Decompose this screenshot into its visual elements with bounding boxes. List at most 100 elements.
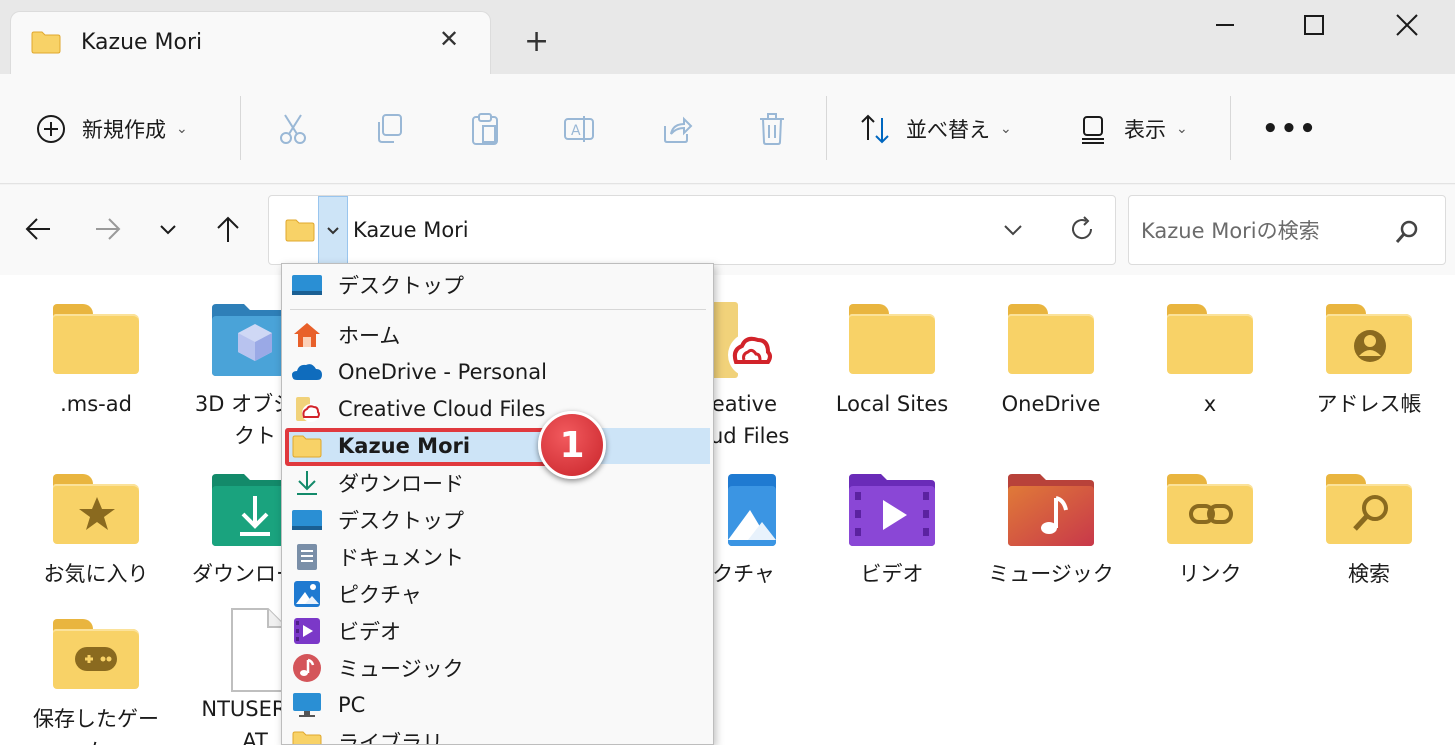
- forward-arrow-icon[interactable]: [92, 213, 124, 245]
- breadcrumb-current[interactable]: Kazue Mori: [353, 218, 469, 242]
- close-tab-icon[interactable]: ✕: [436, 26, 462, 52]
- menu-item-pc[interactable]: PC: [286, 687, 710, 723]
- share-button[interactable]: [660, 104, 694, 154]
- item-name: x: [1203, 392, 1217, 416]
- tab-title: Kazue Mori: [81, 30, 203, 55]
- menu-item-label: ダウンロード: [338, 472, 464, 496]
- chevron-down-icon: ⌄: [1176, 121, 1188, 137]
- view-icon: [1076, 112, 1110, 146]
- up-arrow-icon[interactable]: [212, 213, 244, 245]
- list-item[interactable]: ミュージック: [976, 470, 1126, 590]
- pc-icon: [290, 691, 324, 719]
- back-arrow-icon[interactable]: [22, 213, 54, 245]
- searches-folder-icon: [1324, 470, 1414, 550]
- menu-item-label: ライブラリ: [338, 731, 443, 745]
- onedrive-icon: [290, 358, 324, 386]
- address-bar[interactable]: Kazue Mori: [268, 195, 1116, 265]
- new-tab-button[interactable]: +: [524, 26, 549, 58]
- menu-item-creative-cloud[interactable]: Creative Cloud Files: [286, 391, 710, 427]
- menu-item-label: ビデオ: [338, 620, 401, 644]
- documents-icon: [290, 543, 324, 571]
- command-bar: 新規作成 ⌄ A 並べ替え ⌄ 表示 ⌄ •••: [0, 74, 1455, 184]
- view-label: 表示: [1124, 118, 1166, 142]
- refresh-icon[interactable]: [1067, 214, 1097, 248]
- sort-button[interactable]: 並べ替え ⌄: [858, 104, 1012, 154]
- saved-games-folder-icon: [51, 615, 141, 695]
- list-item[interactable]: お気に入り: [21, 470, 171, 590]
- recent-locations-chevron-icon[interactable]: [152, 213, 184, 245]
- menu-item-label: ピクチャ: [338, 583, 422, 607]
- more-options-button[interactable]: •••: [1262, 114, 1318, 144]
- svg-text:A: A: [571, 123, 581, 139]
- title-bar: Kazue Mori ✕ +: [0, 0, 1455, 74]
- copy-icon: [372, 112, 406, 146]
- library-icon: [290, 728, 324, 744]
- links-folder-icon: [1165, 470, 1255, 550]
- menu-item-desktop-2[interactable]: デスクトップ: [286, 502, 710, 538]
- item-name: .ms-ad: [60, 392, 132, 416]
- item-name: ミュージック: [988, 562, 1114, 586]
- rename-icon: A: [562, 112, 596, 146]
- menu-item-label: デスクトップ: [338, 274, 464, 298]
- download-icon: [290, 469, 324, 497]
- list-item[interactable]: ビデオ: [817, 470, 967, 590]
- paste-button[interactable]: [468, 104, 502, 154]
- trash-icon: [755, 112, 789, 146]
- breadcrumb-chevron-button[interactable]: [318, 196, 348, 264]
- list-item[interactable]: .ms-ad: [21, 300, 171, 420]
- view-button[interactable]: 表示 ⌄: [1076, 104, 1188, 154]
- maximize-icon[interactable]: [1297, 8, 1331, 42]
- item-name: リンク: [1178, 562, 1242, 586]
- minimize-icon[interactable]: [1208, 8, 1242, 42]
- pictures-icon: [290, 580, 324, 608]
- item-name: アドレス帳: [1316, 392, 1422, 416]
- list-item[interactable]: 検索: [1294, 470, 1444, 590]
- step-number-badge: 1: [538, 411, 606, 479]
- menu-item-music[interactable]: ミュージック: [286, 650, 710, 686]
- list-item[interactable]: 保存したゲーム: [21, 615, 171, 745]
- list-item[interactable]: Local Sites: [817, 300, 967, 420]
- cut-button[interactable]: [276, 104, 310, 154]
- item-name: お気に入り: [43, 562, 149, 586]
- copy-button[interactable]: [372, 104, 406, 154]
- list-item[interactable]: x: [1135, 300, 1285, 420]
- search-icon[interactable]: [1393, 218, 1421, 250]
- item-name: OneDrive: [1001, 392, 1101, 416]
- menu-item-onedrive[interactable]: OneDrive - Personal: [286, 354, 710, 390]
- folder-icon: [31, 30, 61, 58]
- menu-item-library[interactable]: ライブラリ: [286, 724, 710, 745]
- list-item[interactable]: アドレス帳: [1294, 300, 1444, 420]
- item-name: 保存したゲーム: [21, 703, 171, 745]
- menu-item-label: OneDrive - Personal: [338, 360, 547, 384]
- menu-item-label: PC: [338, 693, 366, 717]
- list-item[interactable]: リンク: [1135, 470, 1285, 590]
- window-close-icon[interactable]: [1390, 8, 1424, 42]
- rename-button[interactable]: A: [562, 104, 596, 154]
- address-history-chevron-icon[interactable]: [1001, 218, 1025, 247]
- music-folder-icon: [1006, 470, 1096, 550]
- share-icon: [660, 112, 694, 146]
- menu-item-label: ホーム: [338, 324, 401, 348]
- folder-icon: [285, 218, 315, 246]
- menu-item-downloads[interactable]: ダウンロード: [286, 465, 710, 501]
- menu-divider: [290, 309, 706, 310]
- menu-item-videos[interactable]: ビデオ: [286, 613, 710, 649]
- search-box[interactable]: [1128, 195, 1446, 265]
- menu-item-home[interactable]: ホーム: [286, 317, 710, 353]
- delete-button[interactable]: [755, 104, 789, 154]
- item-name: Local Sites: [835, 392, 949, 416]
- breadcrumb-dropdown-menu: デスクトップ ホーム OneDrive - Personal Creative …: [281, 263, 714, 745]
- menu-item-label: デスクトップ: [338, 509, 464, 533]
- desktop-icon: [290, 271, 324, 299]
- search-input[interactable]: [1141, 216, 1381, 246]
- folder-icon: [1006, 300, 1096, 380]
- tab-kazue-mori[interactable]: Kazue Mori ✕: [10, 11, 491, 74]
- menu-item-label: ミュージック: [338, 657, 464, 681]
- new-button[interactable]: 新規作成 ⌄: [34, 104, 188, 154]
- menu-item-pictures[interactable]: ピクチャ: [286, 576, 710, 612]
- chevron-down-icon: ⌄: [1000, 121, 1012, 137]
- menu-item-documents[interactable]: ドキュメント: [286, 539, 710, 575]
- list-item[interactable]: OneDrive: [976, 300, 1126, 420]
- folder-icon: [1165, 300, 1255, 380]
- menu-item-desktop[interactable]: デスクトップ: [286, 267, 710, 303]
